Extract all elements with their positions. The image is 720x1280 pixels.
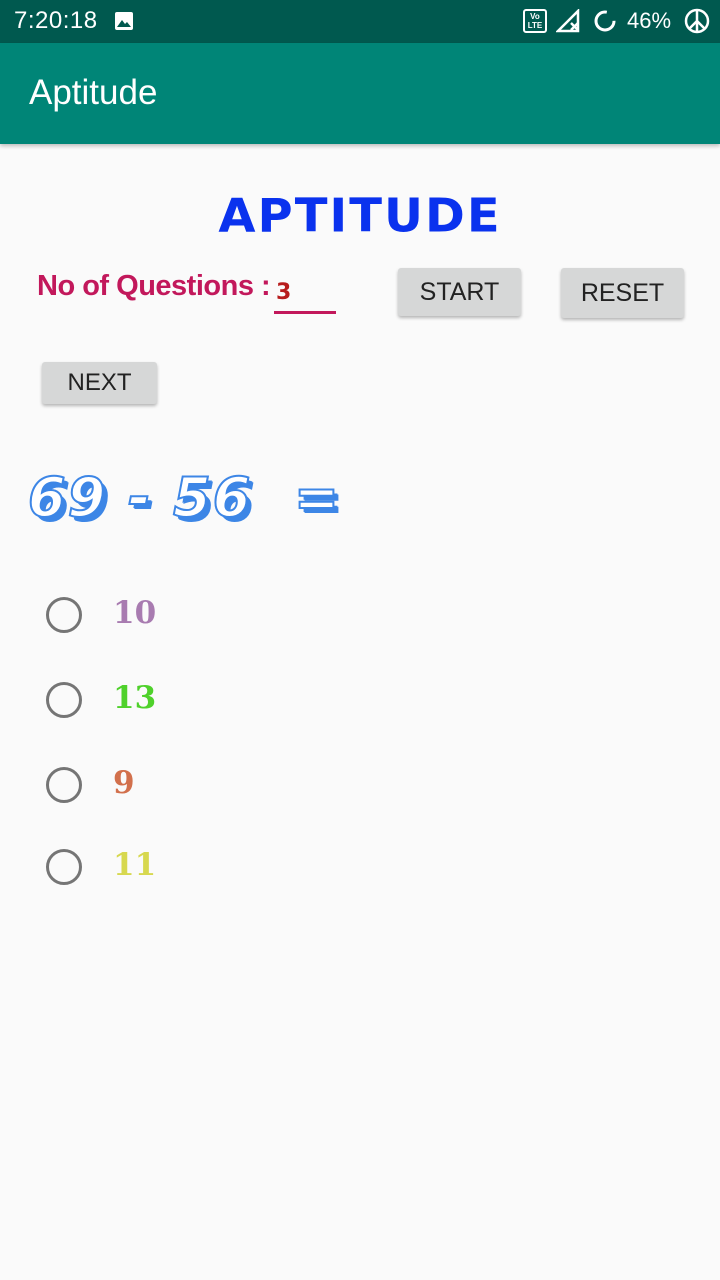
option-label: 13 xyxy=(113,680,157,716)
app-title: Aptitude xyxy=(29,73,158,112)
signal-icon xyxy=(554,7,582,38)
questions-count-input[interactable] xyxy=(274,274,336,314)
app-bar: Aptitude xyxy=(0,43,720,144)
next-button[interactable]: NEXT xyxy=(42,362,157,404)
option-label: 11 xyxy=(113,847,157,883)
start-button[interactable]: START xyxy=(398,268,521,316)
option-label: 9 xyxy=(113,765,135,801)
peace-icon xyxy=(684,8,710,39)
radio-button[interactable] xyxy=(46,849,82,885)
reset-button[interactable]: RESET xyxy=(561,268,684,318)
question-expression: 69 - 56 = xyxy=(27,465,342,530)
answer-option[interactable]: 11 xyxy=(46,847,446,889)
radio-button[interactable] xyxy=(46,767,82,803)
volte-icon: Vo LTE xyxy=(523,9,547,38)
radio-button[interactable] xyxy=(46,597,82,633)
svg-text:Vo: Vo xyxy=(530,12,540,21)
option-label: 10 xyxy=(113,595,157,631)
battery-percent: 46% xyxy=(627,8,672,33)
svg-text:LTE: LTE xyxy=(528,21,543,30)
answer-option[interactable]: 10 xyxy=(46,595,446,637)
answer-option[interactable]: 13 xyxy=(46,680,446,722)
questions-label: No of Questions : xyxy=(37,270,271,302)
image-icon xyxy=(114,11,134,36)
question-display: 69 - 56 = xyxy=(27,465,342,536)
radio-button[interactable] xyxy=(46,682,82,718)
answer-option[interactable]: 9 xyxy=(46,765,446,807)
status-bar: 7:20:18 Vo LTE 46% xyxy=(0,0,720,43)
page-headline: APTITUDE xyxy=(218,189,502,243)
sync-icon xyxy=(593,9,617,38)
status-time: 7:20:18 xyxy=(14,7,98,34)
